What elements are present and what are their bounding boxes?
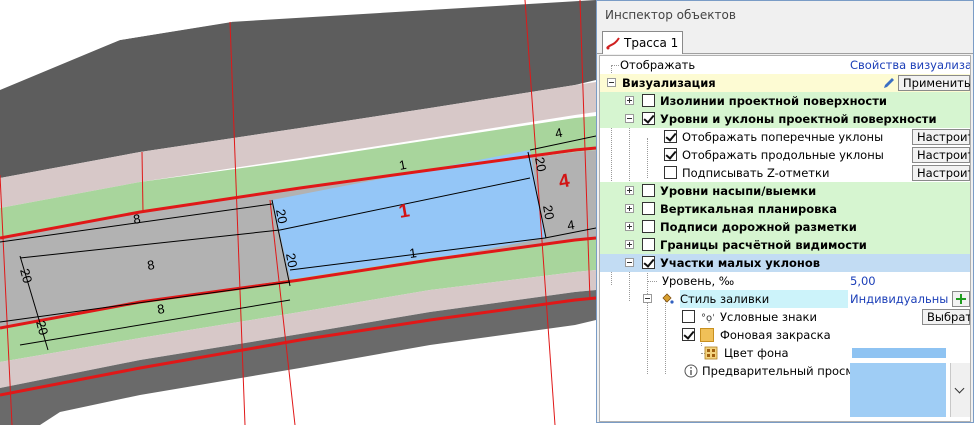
row-display[interactable]: Отображать Свойства визуализат... [600,56,970,74]
display-value[interactable]: Свойства визуализат... [848,56,970,74]
tree-line [611,65,619,66]
levels-slopes-label: Уровни и уклоны проектной поверхности [660,112,937,126]
route-icon [606,37,620,50]
expand-toggle[interactable] [625,222,634,231]
configure-cross-button[interactable]: Настроить [912,129,970,145]
collapse-toggle[interactable] [625,258,634,267]
dim-20-c: 20 [532,156,549,173]
preview-dropdown-button[interactable] [950,363,970,417]
visibility-checkbox[interactable] [642,238,655,251]
tab-trassa-1[interactable]: Трасса 1 [602,31,684,54]
fill-style-value[interactable]: Индивидуальный [848,290,948,308]
level-label: Уровень, ‰ [662,274,735,288]
visibility-label: Границы расчётной видимости [660,238,867,252]
fill-levels-checkbox[interactable] [642,184,655,197]
row-marking-labels[interactable]: Подписи дорожной разметки [600,218,970,236]
expand-toggle[interactable] [625,96,634,105]
row-isolines[interactable]: Изолинии проектной поверхности [600,92,970,110]
dim-20-b: 20 [283,252,300,269]
apply-button[interactable]: Применить... [898,75,970,91]
inspector-tabstrip: Трасса 1 [597,29,973,54]
paint-bucket-icon [662,293,674,304]
low-slopes-label: Участки малых уклонов [660,256,821,270]
pencil-icon[interactable] [882,76,896,90]
row-level[interactable]: Уровень, ‰ 5,00 [600,272,970,290]
vertical-plan-checkbox[interactable] [642,202,655,215]
dim-20-d: 20 [540,204,557,221]
preview-box [850,363,946,417]
property-grid: Отображать Свойства визуализат... Визуал… [599,55,971,422]
row-symbols[interactable]: °ọ° Условные знаки Выбрать [600,308,970,326]
inspector-title: Инспектор объектов [597,1,973,29]
cad-viewport[interactable]: 8 8 8 1 1 4 4 20 20 20 20 20 20 1 4 [0,0,596,425]
symbols-label: Условные знаки [720,310,817,324]
show-long-checkbox[interactable] [664,148,677,161]
info-icon [684,364,698,378]
add-style-button[interactable] [952,291,970,307]
visualization-label: Визуализация [622,76,716,90]
marking-labels-label: Подписи дорожной разметки [660,220,857,234]
symbol-icon: °ọ° [701,313,714,324]
road-drawing: 8 8 8 1 1 4 4 20 20 20 20 20 20 1 4 [0,0,596,425]
row-show-cross[interactable]: Отображать поперечные уклоны Настроить [600,128,970,146]
bg-fill-label: Фоновая закраска [720,328,831,342]
fill-style-label: Стиль заливки [680,292,770,306]
row-levels-slopes[interactable]: Уровни и уклоны проектной поверхности [600,110,970,128]
row-bg-fill[interactable]: Фоновая закраска [600,326,970,344]
row-visualization[interactable]: Визуализация Применить... [600,74,970,92]
row-bg-color[interactable]: Цвет фона [600,344,970,362]
collapse-toggle[interactable] [607,78,616,87]
tab-label: Трасса 1 [624,36,679,50]
row-preview[interactable]: Предварительный просмотр [600,362,970,420]
expand-toggle[interactable] [625,186,634,195]
row-fill-levels[interactable]: Уровни насыпи/выемки [600,182,970,200]
tree-line [647,281,657,282]
vertical-plan-label: Вертикальная планировка [660,202,837,216]
row-sign-z[interactable]: Подписывать Z-отметки Настроить [600,164,970,182]
bg-color-swatch[interactable] [852,348,946,358]
sign-z-checkbox[interactable] [664,166,677,179]
levels-slopes-checkbox[interactable] [642,112,655,125]
row-low-slopes[interactable]: Участки малых уклонов [600,254,970,272]
row-vertical-plan[interactable]: Вертикальная планировка [600,200,970,218]
fill-swatch-icon [700,328,714,342]
row-visibility[interactable]: Границы расчётной видимости [600,236,970,254]
display-label: Отображать [620,58,696,72]
symbols-checkbox[interactable] [682,310,695,323]
svg-text:°ọ°: °ọ° [701,313,714,324]
bg-color-label: Цвет фона [724,346,789,360]
isolines-checkbox[interactable] [642,94,655,107]
low-slopes-checkbox[interactable] [642,256,655,269]
bg-fill-checkbox[interactable] [682,328,695,341]
object-inspector-panel: Инспектор объектов Трасса 1 Отображать С… [596,0,974,423]
marking-labels-checkbox[interactable] [642,220,655,233]
configure-long-button[interactable]: Настроить [912,147,970,163]
row-show-long[interactable]: Отображать продольные уклоны Настроить [600,146,970,164]
configure-z-button[interactable]: Настроить [912,165,970,181]
expand-toggle[interactable] [625,204,634,213]
choose-button[interactable]: Выбрать [922,309,970,325]
fill-levels-label: Уровни насыпи/выемки [660,184,817,198]
row-fill-style[interactable]: Стиль заливки Индивидуальный [600,290,970,308]
expand-toggle[interactable] [625,240,634,249]
level-value[interactable]: 5,00 [848,272,970,290]
show-cross-checkbox[interactable] [664,130,677,143]
palette-icon [704,346,718,360]
dim-20-a: 20 [273,208,290,225]
show-cross-label: Отображать поперечные уклоны [682,130,884,144]
show-long-label: Отображать продольные уклоны [682,148,884,162]
collapse-toggle[interactable] [625,114,634,123]
sign-z-label: Подписывать Z-отметки [682,166,830,180]
isolines-label: Изолинии проектной поверхности [660,94,887,108]
collapse-toggle[interactable] [643,294,652,303]
chevron-down-icon [954,383,965,394]
